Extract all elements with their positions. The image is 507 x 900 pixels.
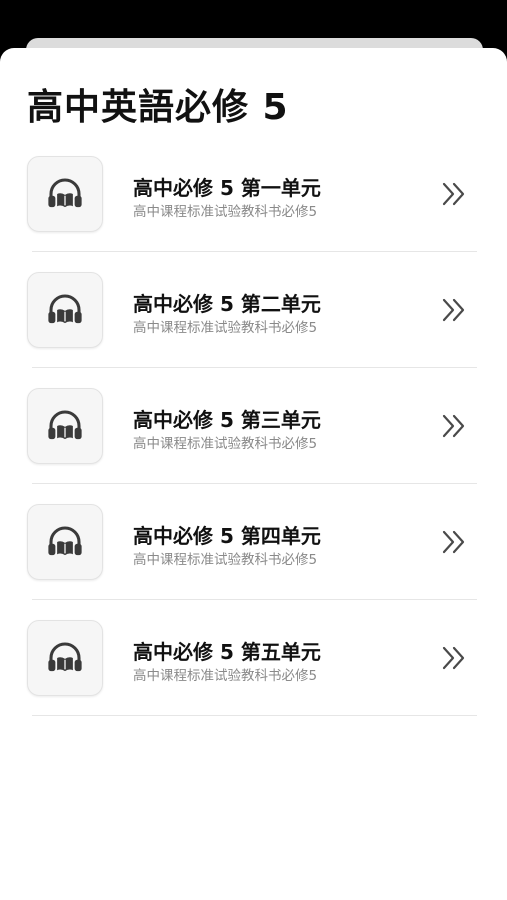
divider (32, 367, 477, 368)
unit-title: 高中必修 5 第一单元 (133, 176, 321, 200)
unit-title: 高中必修 5 第四单元 (133, 524, 321, 548)
divider (32, 599, 477, 600)
unit-title: 高中必修 5 第二单元 (133, 292, 321, 316)
page-title: 高中英語必修 5 (27, 87, 289, 128)
unit-thumbnail (27, 272, 103, 348)
divider (32, 251, 477, 252)
unit-thumbnail (27, 620, 103, 696)
unit-thumbnail (27, 504, 103, 580)
divider (32, 483, 477, 484)
audiobook-headphones-icon (48, 178, 82, 208)
divider (32, 715, 477, 716)
unit-title: 高中必修 5 第三单元 (133, 408, 321, 432)
unit-subtitle: 高中课程标准试验教科书必修5 (133, 436, 318, 452)
list-item[interactable]: 高中必修 5 第五单元 高中课程标准试验教科书必修5 (0, 620, 507, 736)
double-chevron-right-icon[interactable] (440, 296, 470, 324)
audiobook-headphones-icon (48, 642, 82, 672)
unit-subtitle: 高中课程标准试验教科书必修5 (133, 320, 318, 336)
unit-title: 高中必修 5 第五单元 (133, 640, 321, 664)
unit-subtitle: 高中课程标准试验教科书必修5 (133, 204, 318, 220)
unit-subtitle: 高中课程标准试验教科书必修5 (133, 552, 318, 568)
audiobook-headphones-icon (48, 294, 82, 324)
unit-list: 高中必修 5 第一单元 高中课程标准试验教科书必修5 高中必修 5 第二单元 高… (0, 156, 507, 736)
audiobook-headphones-icon (48, 526, 82, 556)
list-item[interactable]: 高中必修 5 第三单元 高中课程标准试验教科书必修5 (0, 388, 507, 504)
list-item[interactable]: 高中必修 5 第四单元 高中课程标准试验教科书必修5 (0, 504, 507, 620)
unit-thumbnail (27, 388, 103, 464)
double-chevron-right-icon[interactable] (440, 180, 470, 208)
list-item[interactable]: 高中必修 5 第二单元 高中课程标准试验教科书必修5 (0, 272, 507, 388)
double-chevron-right-icon[interactable] (440, 528, 470, 556)
double-chevron-right-icon[interactable] (440, 412, 470, 440)
audiobook-headphones-icon (48, 410, 82, 440)
list-item[interactable]: 高中必修 5 第一单元 高中课程标准试验教科书必修5 (0, 156, 507, 272)
unit-thumbnail (27, 156, 103, 232)
unit-subtitle: 高中课程标准试验教科书必修5 (133, 668, 318, 684)
double-chevron-right-icon[interactable] (440, 644, 470, 672)
